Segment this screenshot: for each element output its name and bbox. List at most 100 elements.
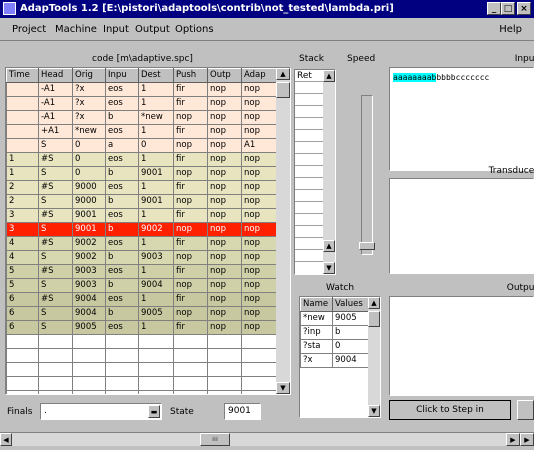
code-table-row[interactable]: -A1 ?x eos 1 fir nop nop	[6, 82, 277, 97]
code-column-header[interactable]: Head	[38, 68, 73, 83]
watch-table-row[interactable]: ?inp b	[300, 325, 369, 340]
code-table-row[interactable]: -A1 ?x eos 1 fir nop nop	[6, 96, 277, 111]
code-scroll-thumb[interactable]	[276, 82, 290, 98]
code-table-empty-cell	[105, 348, 139, 363]
maximize-button[interactable]: □	[501, 2, 515, 15]
stack-scroll-up2-icon[interactable]: ▲	[323, 240, 335, 252]
code-column-header[interactable]: Orig	[72, 68, 106, 83]
main-horizontal-scrollbar[interactable]: ◀ ⁞⁞⁞ ▶ ▶	[0, 432, 534, 446]
app-icon[interactable]	[3, 2, 16, 15]
code-table-row[interactable]: 1 S 0 b 9001 nop nop nop	[6, 166, 277, 181]
code-table-row[interactable]: 5 S 9003 b 9004 nop nop nop	[6, 278, 277, 293]
code-table-row[interactable]: 5 #S 9003 eos 1 fir nop nop	[6, 264, 277, 279]
watch-table-cell: 0	[332, 339, 369, 354]
code-table-cell: 9001	[72, 208, 106, 223]
code-table-cell: nop	[207, 194, 242, 209]
input-consumed: aaaaaaaab	[393, 73, 437, 82]
code-column-header[interactable]: Dest	[138, 68, 174, 83]
code-column-header[interactable]: Push	[173, 68, 208, 83]
code-table-cell: fir	[173, 208, 208, 223]
input-tape: aaaaaaaabbbbbccccccc	[389, 67, 534, 171]
code-table-row[interactable]: 4 S 9002 b 9003 nop nop nop	[6, 250, 277, 265]
code-table-empty-cell	[241, 376, 277, 391]
code-table-row[interactable]: 6 #S 9004 eos 1 fir nop nop	[6, 292, 277, 307]
code-table-cell: #S	[38, 152, 73, 167]
minimize-button[interactable]: _	[487, 2, 501, 15]
menu-project[interactable]: Project	[12, 24, 46, 35]
watch-scroll-up-icon[interactable]: ▲	[368, 297, 380, 309]
stack-scroll-up-icon[interactable]: ▲	[323, 70, 335, 82]
code-table-cell: 3	[6, 222, 39, 237]
code-table-row[interactable]: 2 #S 9000 eos 1 fir nop nop	[6, 180, 277, 195]
code-table-row[interactable]: 6 S 9005 eos 1 fir nop nop	[6, 320, 277, 335]
code-table-row[interactable]: 1 #S 0 eos 1 fir nop nop	[6, 152, 277, 167]
code-table-cell: nop	[173, 222, 208, 237]
watch-table-row[interactable]: ?sta 0	[300, 339, 369, 354]
code-table-cell: nop	[207, 222, 242, 237]
code-table-cell: eos	[105, 82, 139, 97]
menu-output[interactable]: Output	[135, 24, 170, 35]
watch-column-header[interactable]: Name	[300, 297, 333, 312]
stack-scrollbar[interactable]: ▲ ▲ ▼	[323, 70, 335, 274]
code-table-cell: 6	[6, 292, 39, 307]
code-table-cell: 9000	[72, 194, 106, 209]
code-table-row[interactable]: 4 #S 9002 eos 1 fir nop nop	[6, 236, 277, 251]
code-table-cell: eos	[105, 264, 139, 279]
code-table-row[interactable]: 2 S 9000 b 9001 nop nop nop	[6, 194, 277, 209]
code-table-row[interactable]: -A1 ?x b *new nop nop nop	[6, 110, 277, 125]
finals-field[interactable]: . ▬	[40, 403, 162, 420]
code-column-header[interactable]: Inpu	[105, 68, 139, 83]
watch-scroll-thumb[interactable]	[368, 311, 380, 327]
menu-machine[interactable]: Machine	[55, 24, 97, 35]
speed-slider-handle[interactable]	[359, 242, 375, 250]
stack-cell	[295, 214, 323, 226]
extra-button[interactable]	[517, 400, 534, 420]
stack-cell	[295, 154, 323, 166]
speed-slider-track[interactable]	[359, 95, 375, 255]
code-table-cell: S	[38, 306, 73, 321]
code-table-empty-cell	[105, 362, 139, 377]
code-table-cell: nop	[241, 292, 277, 307]
code-table-cell: nop	[173, 278, 208, 293]
watch-scroll-down-icon[interactable]: ▼	[368, 405, 380, 417]
close-button[interactable]: ×	[517, 2, 531, 15]
step-in-button[interactable]: Click to Step in	[389, 400, 511, 420]
code-table-cell: 1	[6, 152, 39, 167]
code-table-cell: S	[38, 138, 73, 153]
code-table-empty-cell	[6, 390, 39, 394]
menu-input[interactable]: Input	[103, 24, 129, 35]
finals-dropdown-icon[interactable]: ▬	[148, 405, 160, 418]
stack-scroll-down-icon[interactable]: ▼	[323, 262, 335, 274]
code-table-cell: nop	[207, 264, 242, 279]
code-table-row[interactable]: 3 S 9001 b 9002 nop nop nop	[6, 222, 277, 237]
horizontal-scroll-thumb[interactable]: ⁞⁞⁞	[200, 433, 230, 446]
watch-table-row[interactable]: ?x 9004	[300, 353, 369, 368]
code-column-header[interactable]: Outp	[207, 68, 242, 83]
scroll-right-icon[interactable]: ▶	[506, 433, 520, 446]
code-table-row[interactable]: +A1 *new eos 1 fir nop nop	[6, 124, 277, 139]
code-table-row[interactable]: S 0 a 0 nop nop A1	[6, 138, 277, 153]
code-table-cell: 0	[72, 152, 106, 167]
state-field[interactable]: 9001	[224, 403, 261, 420]
title-bar[interactable]: AdapTools 1.2 [E:\pistori\adaptools\cont…	[0, 0, 534, 18]
code-column-header[interactable]: Time	[6, 68, 39, 83]
menu-help[interactable]: Help	[499, 24, 522, 35]
watch-column-header[interactable]: Values	[332, 297, 369, 312]
input-title: Input	[514, 54, 534, 64]
watch-table-row[interactable]: *new 9005	[300, 311, 369, 326]
code-table-empty-row	[6, 348, 277, 363]
watch-scrollbar[interactable]: ▲ ▼	[368, 297, 380, 417]
scroll-up-arrow-icon[interactable]: ▲	[276, 68, 290, 80]
code-panel-title: code [m\adaptive.spc]	[92, 54, 193, 64]
code-table-empty-cell	[38, 334, 73, 349]
code-column-header[interactable]: Adap	[241, 68, 277, 83]
code-table-cell: 5	[6, 264, 39, 279]
code-scrollbar[interactable]: ▲ ▼	[276, 68, 290, 394]
scroll-end-icon[interactable]: ▶	[520, 433, 534, 446]
code-table-row[interactable]: 3 #S 9001 eos 1 fir nop nop	[6, 208, 277, 223]
scroll-down-arrow-icon[interactable]: ▼	[276, 382, 290, 394]
code-table-cell: nop	[207, 236, 242, 251]
code-table-row[interactable]: 6 S 9004 b 9005 nop nop nop	[6, 306, 277, 321]
scroll-left-icon[interactable]: ◀	[0, 433, 12, 446]
menu-options[interactable]: Options	[175, 24, 214, 35]
